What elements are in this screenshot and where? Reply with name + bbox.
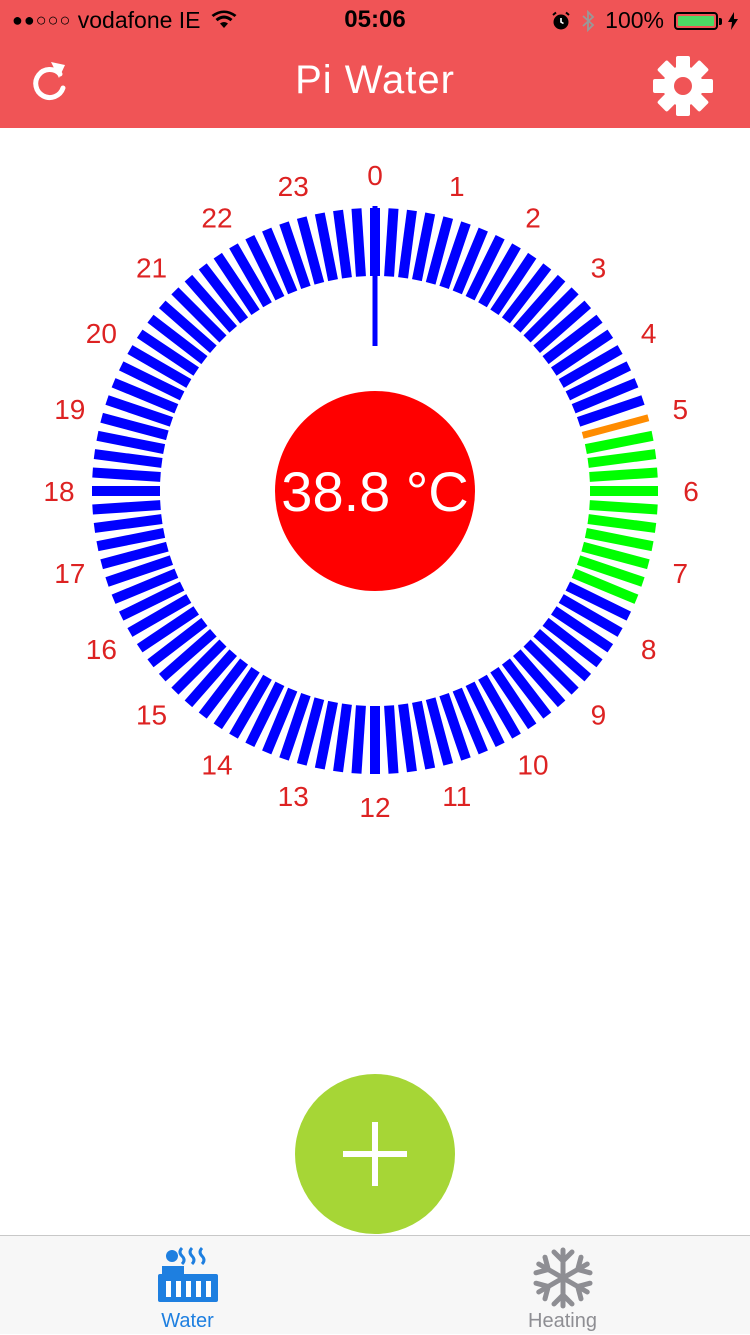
hour-label: 8 <box>641 634 657 665</box>
hour-segment[interactable] <box>384 208 399 277</box>
tab-heating-label: Heating <box>528 1310 597 1332</box>
hour-label: 6 <box>683 476 699 507</box>
hour-segment[interactable] <box>333 703 352 773</box>
hour-segment[interactable] <box>92 467 161 482</box>
hour-segment[interactable] <box>384 705 399 774</box>
tab-bar: Water Heating <box>0 1235 750 1334</box>
gear-icon <box>653 56 713 116</box>
hour-segment[interactable] <box>351 208 366 277</box>
hour-label: 13 <box>278 781 309 812</box>
page-title: Pi Water <box>295 58 455 102</box>
hour-segment[interactable] <box>96 528 166 552</box>
hour-segment[interactable] <box>92 500 161 515</box>
hour-label: 20 <box>86 318 117 349</box>
hour-label: 0 <box>367 160 383 191</box>
snowflake-icon <box>533 1247 593 1309</box>
hour-label: 16 <box>86 634 117 665</box>
alarm-icon <box>552 11 570 29</box>
battery-icon <box>674 11 722 30</box>
hour-label: 2 <box>525 202 541 233</box>
hour-label: 19 <box>54 394 85 425</box>
tab-water-label: Water <box>161 1310 214 1332</box>
hour-segment[interactable] <box>333 209 352 279</box>
tab-water[interactable]: Water <box>0 1236 375 1335</box>
hour-label: 3 <box>591 253 607 284</box>
hour-segment[interactable] <box>587 514 657 533</box>
schedule-dial[interactable]: 0 1234567891011121314151617181920212223 3… <box>0 150 750 840</box>
status-right: 100% <box>551 7 738 34</box>
status-bar: ●●○○○ vodafone IE 05:06 100% <box>0 0 750 40</box>
hour-label: 11 <box>442 781 471 812</box>
hour-segment[interactable] <box>589 467 658 482</box>
hour-segment[interactable] <box>412 212 436 282</box>
hour-segment[interactable] <box>314 212 338 282</box>
hour-label: 14 <box>201 750 232 781</box>
hour-segment[interactable] <box>589 500 658 515</box>
battery-percentage: 100% <box>605 7 664 33</box>
add-schedule-button[interactable] <box>295 1074 455 1234</box>
temperature-reading: 38.8 °C <box>281 460 468 523</box>
hour-segment[interactable] <box>398 209 417 279</box>
hour-label: 18 <box>43 476 74 507</box>
bluetooth-icon <box>582 9 595 32</box>
hour-label: 4 <box>641 318 657 349</box>
hour-segment[interactable] <box>412 700 436 770</box>
hour-segment[interactable] <box>584 430 654 454</box>
hour-segment[interactable] <box>398 703 417 773</box>
header-bar: ●●○○○ vodafone IE 05:06 100% Pi Water <box>0 0 750 128</box>
hour-label: 12 <box>359 792 390 823</box>
hour-segment[interactable] <box>584 528 654 552</box>
hour-segment[interactable] <box>314 700 338 770</box>
settings-button[interactable] <box>652 55 714 117</box>
hour-label: 23 <box>278 171 309 202</box>
hour-label: 5 <box>672 394 688 425</box>
hour-label: 1 <box>449 171 465 202</box>
hour-segment[interactable] <box>587 449 657 468</box>
hour-label: 7 <box>672 558 688 589</box>
hour-segment[interactable] <box>351 705 366 774</box>
hour-label: 22 <box>201 202 232 233</box>
hour-label: 10 <box>517 750 548 781</box>
tab-heating[interactable]: Heating <box>375 1236 750 1335</box>
charging-icon <box>728 11 738 30</box>
hour-label: 9 <box>591 699 607 730</box>
hour-label: 15 <box>136 699 167 730</box>
hour-segment[interactable] <box>93 514 163 533</box>
hour-segment[interactable] <box>96 430 166 454</box>
hour-label: 21 <box>136 253 167 284</box>
hour-segment[interactable] <box>93 449 163 468</box>
water-heater-icon <box>158 1246 218 1302</box>
hour-label: 17 <box>54 558 85 589</box>
